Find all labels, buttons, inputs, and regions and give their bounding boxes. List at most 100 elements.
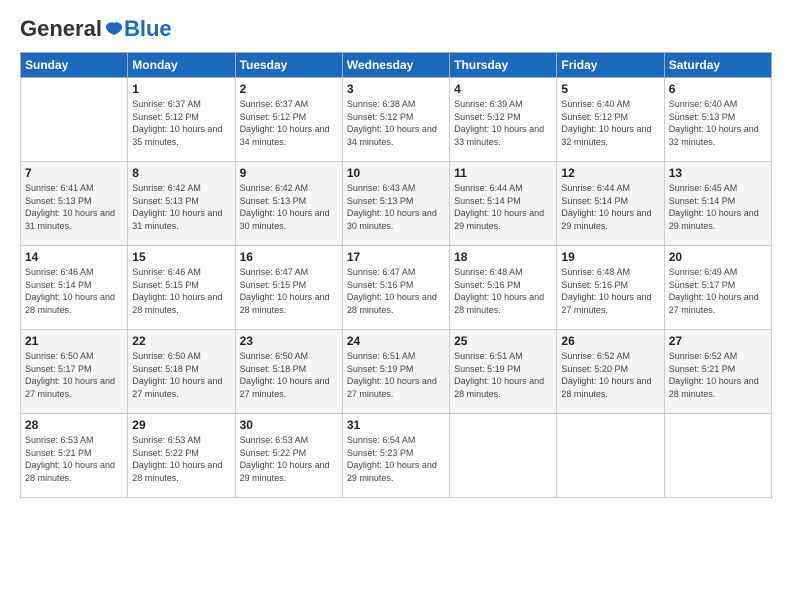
- day-number: 18: [454, 250, 552, 264]
- weekday-header: Thursday: [450, 53, 557, 78]
- day-number: 21: [25, 334, 123, 348]
- day-number: 29: [132, 418, 230, 432]
- calendar-cell: 1 Sunrise: 6:37 AMSunset: 5:12 PMDayligh…: [128, 78, 235, 162]
- day-number: 2: [240, 82, 338, 96]
- day-number: 6: [669, 82, 767, 96]
- day-info: Sunrise: 6:43 AMSunset: 5:13 PMDaylight:…: [347, 183, 437, 231]
- calendar-cell: 15 Sunrise: 6:46 AMSunset: 5:15 PMDaylig…: [128, 246, 235, 330]
- logo: General Blue: [20, 16, 172, 42]
- day-info: Sunrise: 6:47 AMSunset: 5:15 PMDaylight:…: [240, 267, 330, 315]
- calendar-cell: 14 Sunrise: 6:46 AMSunset: 5:14 PMDaylig…: [21, 246, 128, 330]
- day-number: 28: [25, 418, 123, 432]
- calendar-cell: 19 Sunrise: 6:48 AMSunset: 5:16 PMDaylig…: [557, 246, 664, 330]
- day-number: 22: [132, 334, 230, 348]
- calendar-cell: 22 Sunrise: 6:50 AMSunset: 5:18 PMDaylig…: [128, 330, 235, 414]
- calendar-week-row: 21 Sunrise: 6:50 AMSunset: 5:17 PMDaylig…: [21, 330, 772, 414]
- day-info: Sunrise: 6:38 AMSunset: 5:12 PMDaylight:…: [347, 99, 437, 147]
- day-info: Sunrise: 6:40 AMSunset: 5:13 PMDaylight:…: [669, 99, 759, 147]
- weekday-header: Saturday: [664, 53, 771, 78]
- calendar-week-row: 14 Sunrise: 6:46 AMSunset: 5:14 PMDaylig…: [21, 246, 772, 330]
- day-number: 24: [347, 334, 445, 348]
- day-info: Sunrise: 6:48 AMSunset: 5:16 PMDaylight:…: [561, 267, 651, 315]
- logo-blue-text: Blue: [124, 16, 172, 42]
- day-number: 7: [25, 166, 123, 180]
- calendar-cell: 13 Sunrise: 6:45 AMSunset: 5:14 PMDaylig…: [664, 162, 771, 246]
- calendar-cell: 25 Sunrise: 6:51 AMSunset: 5:19 PMDaylig…: [450, 330, 557, 414]
- day-number: 4: [454, 82, 552, 96]
- day-info: Sunrise: 6:37 AMSunset: 5:12 PMDaylight:…: [132, 99, 222, 147]
- day-number: 12: [561, 166, 659, 180]
- day-info: Sunrise: 6:42 AMSunset: 5:13 PMDaylight:…: [240, 183, 330, 231]
- day-number: 20: [669, 250, 767, 264]
- day-info: Sunrise: 6:51 AMSunset: 5:19 PMDaylight:…: [347, 351, 437, 399]
- calendar-cell: 31 Sunrise: 6:54 AMSunset: 5:23 PMDaylig…: [342, 414, 449, 498]
- day-number: 23: [240, 334, 338, 348]
- weekday-header: Friday: [557, 53, 664, 78]
- day-info: Sunrise: 6:39 AMSunset: 5:12 PMDaylight:…: [454, 99, 544, 147]
- calendar-cell: 26 Sunrise: 6:52 AMSunset: 5:20 PMDaylig…: [557, 330, 664, 414]
- day-number: 15: [132, 250, 230, 264]
- day-info: Sunrise: 6:50 AMSunset: 5:17 PMDaylight:…: [25, 351, 115, 399]
- calendar-cell: 9 Sunrise: 6:42 AMSunset: 5:13 PMDayligh…: [235, 162, 342, 246]
- header: General Blue: [20, 16, 772, 42]
- page: General Blue SundayMondayTuesdayWednesda…: [0, 0, 792, 612]
- calendar-cell: 4 Sunrise: 6:39 AMSunset: 5:12 PMDayligh…: [450, 78, 557, 162]
- calendar-cell: 6 Sunrise: 6:40 AMSunset: 5:13 PMDayligh…: [664, 78, 771, 162]
- calendar-cell: 21 Sunrise: 6:50 AMSunset: 5:17 PMDaylig…: [21, 330, 128, 414]
- day-number: 5: [561, 82, 659, 96]
- weekday-header: Monday: [128, 53, 235, 78]
- day-number: 1: [132, 82, 230, 96]
- weekday-header: Wednesday: [342, 53, 449, 78]
- day-info: Sunrise: 6:44 AMSunset: 5:14 PMDaylight:…: [454, 183, 544, 231]
- day-number: 9: [240, 166, 338, 180]
- day-info: Sunrise: 6:53 AMSunset: 5:22 PMDaylight:…: [240, 435, 330, 483]
- day-info: Sunrise: 6:53 AMSunset: 5:21 PMDaylight:…: [25, 435, 115, 483]
- day-number: 30: [240, 418, 338, 432]
- day-info: Sunrise: 6:50 AMSunset: 5:18 PMDaylight:…: [240, 351, 330, 399]
- day-number: 25: [454, 334, 552, 348]
- calendar-cell: 11 Sunrise: 6:44 AMSunset: 5:14 PMDaylig…: [450, 162, 557, 246]
- calendar-cell: 7 Sunrise: 6:41 AMSunset: 5:13 PMDayligh…: [21, 162, 128, 246]
- calendar-cell: 8 Sunrise: 6:42 AMSunset: 5:13 PMDayligh…: [128, 162, 235, 246]
- calendar-cell: 20 Sunrise: 6:49 AMSunset: 5:17 PMDaylig…: [664, 246, 771, 330]
- calendar-cell: 3 Sunrise: 6:38 AMSunset: 5:12 PMDayligh…: [342, 78, 449, 162]
- day-info: Sunrise: 6:49 AMSunset: 5:17 PMDaylight:…: [669, 267, 759, 315]
- day-number: 8: [132, 166, 230, 180]
- calendar-cell: 30 Sunrise: 6:53 AMSunset: 5:22 PMDaylig…: [235, 414, 342, 498]
- day-info: Sunrise: 6:46 AMSunset: 5:15 PMDaylight:…: [132, 267, 222, 315]
- day-info: Sunrise: 6:40 AMSunset: 5:12 PMDaylight:…: [561, 99, 651, 147]
- day-number: 31: [347, 418, 445, 432]
- calendar-table: SundayMondayTuesdayWednesdayThursdayFrid…: [20, 52, 772, 498]
- day-info: Sunrise: 6:52 AMSunset: 5:21 PMDaylight:…: [669, 351, 759, 399]
- day-number: 11: [454, 166, 552, 180]
- day-number: 10: [347, 166, 445, 180]
- day-info: Sunrise: 6:52 AMSunset: 5:20 PMDaylight:…: [561, 351, 651, 399]
- calendar-cell: 18 Sunrise: 6:48 AMSunset: 5:16 PMDaylig…: [450, 246, 557, 330]
- day-info: Sunrise: 6:50 AMSunset: 5:18 PMDaylight:…: [132, 351, 222, 399]
- day-info: Sunrise: 6:53 AMSunset: 5:22 PMDaylight:…: [132, 435, 222, 483]
- calendar-cell: 16 Sunrise: 6:47 AMSunset: 5:15 PMDaylig…: [235, 246, 342, 330]
- day-info: Sunrise: 6:47 AMSunset: 5:16 PMDaylight:…: [347, 267, 437, 315]
- day-info: Sunrise: 6:37 AMSunset: 5:12 PMDaylight:…: [240, 99, 330, 147]
- calendar-cell: [557, 414, 664, 498]
- day-number: 27: [669, 334, 767, 348]
- day-info: Sunrise: 6:44 AMSunset: 5:14 PMDaylight:…: [561, 183, 651, 231]
- logo-bird-icon: [104, 21, 124, 37]
- calendar-cell: 27 Sunrise: 6:52 AMSunset: 5:21 PMDaylig…: [664, 330, 771, 414]
- day-number: 14: [25, 250, 123, 264]
- calendar-cell: 23 Sunrise: 6:50 AMSunset: 5:18 PMDaylig…: [235, 330, 342, 414]
- calendar-week-row: 1 Sunrise: 6:37 AMSunset: 5:12 PMDayligh…: [21, 78, 772, 162]
- calendar-cell: 29 Sunrise: 6:53 AMSunset: 5:22 PMDaylig…: [128, 414, 235, 498]
- day-number: 3: [347, 82, 445, 96]
- calendar-cell: 5 Sunrise: 6:40 AMSunset: 5:12 PMDayligh…: [557, 78, 664, 162]
- calendar-cell: 17 Sunrise: 6:47 AMSunset: 5:16 PMDaylig…: [342, 246, 449, 330]
- calendar-cell: 28 Sunrise: 6:53 AMSunset: 5:21 PMDaylig…: [21, 414, 128, 498]
- day-info: Sunrise: 6:51 AMSunset: 5:19 PMDaylight:…: [454, 351, 544, 399]
- day-info: Sunrise: 6:46 AMSunset: 5:14 PMDaylight:…: [25, 267, 115, 315]
- day-number: 17: [347, 250, 445, 264]
- day-number: 13: [669, 166, 767, 180]
- calendar-week-row: 28 Sunrise: 6:53 AMSunset: 5:21 PMDaylig…: [21, 414, 772, 498]
- day-info: Sunrise: 6:54 AMSunset: 5:23 PMDaylight:…: [347, 435, 437, 483]
- day-number: 19: [561, 250, 659, 264]
- weekday-header: Tuesday: [235, 53, 342, 78]
